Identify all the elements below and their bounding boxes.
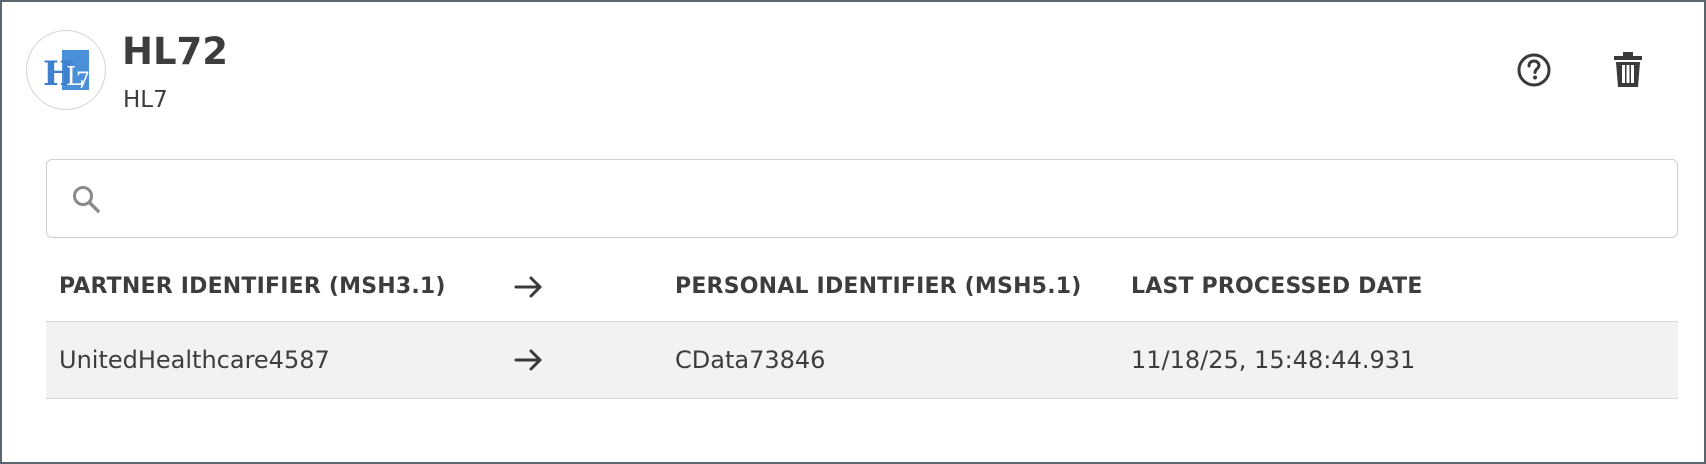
page-subtitle: HL7 [123, 87, 168, 113]
table-header: PARTNER IDENTIFIER (MSH3.1) PERSONAL IDE… [46, 252, 1678, 322]
column-header-last-processed-date: LAST PROCESSED DATE [1131, 274, 1423, 299]
row-arrow-icon [514, 322, 544, 398]
last-processed-date-cell: 11/18/25, 15:48:44.931 [1131, 346, 1416, 374]
search-field[interactable] [46, 159, 1678, 238]
column-header-personal-identifier: PERSONAL IDENTIFIER (MSH5.1) [675, 274, 1082, 299]
table-row[interactable]: UnitedHealthcare4587 CData73846 11/18/25… [46, 322, 1678, 399]
personal-identifier-cell: CData73846 [675, 346, 826, 374]
delete-button[interactable] [1602, 44, 1654, 96]
search-icon [73, 186, 100, 213]
connector-panel: H L 7 HL72 HL7 PARTNER IDENTIFIER (MSH3.… [0, 0, 1706, 464]
help-button[interactable] [1508, 44, 1560, 96]
hl7-logo-icon: H L 7 [26, 30, 106, 110]
partner-identifier-cell: UnitedHealthcare4587 [59, 346, 330, 374]
trash-icon [1614, 52, 1642, 87]
identifier-mapping-table: PARTNER IDENTIFIER (MSH3.1) PERSONAL IDE… [46, 252, 1678, 399]
page-title: HL72 [122, 30, 229, 73]
header-arrow-icon [514, 252, 544, 321]
help-circle-icon [1517, 53, 1551, 87]
svg-text:7: 7 [76, 69, 90, 93]
search-input[interactable] [117, 174, 1657, 224]
column-header-partner-identifier: PARTNER IDENTIFIER (MSH3.1) [59, 274, 446, 299]
